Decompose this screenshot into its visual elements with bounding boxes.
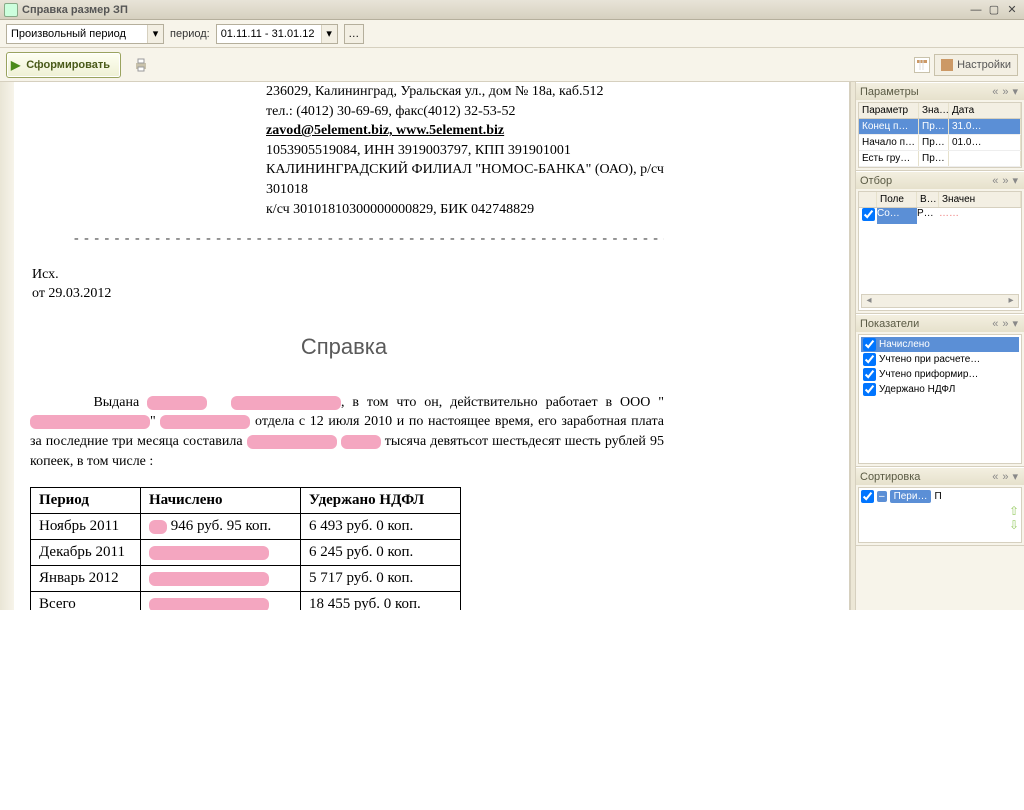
settings-sidebar: Параметры « » ▾ Параметр Зна… Дата Конец… [856, 82, 1024, 610]
period-range-input[interactable]: 01.11.11 - 31.01.12 ▾ [216, 24, 338, 44]
move-up-icon[interactable]: ⇧ [1009, 504, 1019, 518]
generate-button-label: Сформировать [26, 59, 110, 71]
otbor-row[interactable]: Со… Р… …… [859, 208, 1021, 224]
horizontal-scrollbar[interactable]: ◂ ▸ [861, 294, 1019, 308]
parameters-grid[interactable]: Параметр Зна… Дата Конец п…Пр…31.0…Начал… [858, 102, 1022, 168]
redacted-name2 [231, 396, 341, 410]
org-phone-line: тел.: (4012) 30-69-69, факс(4012) 32-53-… [266, 102, 664, 122]
indicators-list[interactable]: НачисленоУчтено при расчете…Учтено прифо… [858, 334, 1022, 464]
redacted-sum [247, 435, 337, 449]
panel-indicators: Показатели « » ▾ НачисленоУчтено при рас… [856, 314, 1024, 467]
param-row[interactable]: Есть гру…Пр… [859, 151, 1021, 167]
panel-right-icon[interactable]: » [1000, 318, 1010, 330]
redacted-cell [149, 572, 269, 586]
outgoing-date: от 29.03.2012 [32, 284, 664, 304]
panel-collapse-icon[interactable]: ▾ [1010, 174, 1020, 187]
settings-icon [941, 59, 953, 71]
sort-row[interactable]: – Пери… П [861, 490, 1019, 503]
panel-left-icon[interactable]: « [990, 175, 1000, 187]
table-row: Январь 20125 717 руб. 0 коп. [31, 566, 461, 592]
panel-right-icon[interactable]: » [1000, 86, 1010, 98]
panel-header[interactable]: Отбор « » ▾ [856, 171, 1024, 189]
window-titlebar: Справка размер ЗП — ▢ ✕ [0, 0, 1024, 20]
action-toolbar: ▶ Сформировать Настройки [0, 48, 1024, 82]
divider-dashes: - - - - - - - - - - - - - - - - - - - - … [74, 229, 664, 249]
org-email-site: zavod@5element.biz, www.5element.biz [266, 121, 664, 141]
panel-right-icon[interactable]: » [1000, 175, 1010, 187]
col-ndfl: Удержано НДФЛ [301, 488, 461, 514]
period-range-value: 01.11.11 - 31.01.12 [217, 28, 321, 40]
redacted-dept [160, 415, 250, 429]
org-bank-line2: к/сч 30101810300000000829, БИК 042748829 [266, 200, 664, 220]
period-mode-dropdown[interactable]: Произвольный период ▾ [6, 24, 164, 44]
table-row: Декабрь 20116 245 руб. 0 коп. [31, 540, 461, 566]
col-accrued: Начислено [141, 488, 301, 514]
move-down-icon[interactable]: ⇩ [1009, 518, 1019, 532]
sort-list[interactable]: – Пери… П ⇧ ⇩ [858, 487, 1022, 543]
panel-header[interactable]: Сортировка « » ▾ [856, 467, 1024, 485]
chevron-down-icon[interactable]: ▾ [147, 25, 163, 43]
redacted-sum2 [341, 435, 381, 449]
minimize-button[interactable]: — [968, 3, 984, 17]
panel-header[interactable]: Показатели « » ▾ [856, 314, 1024, 332]
document-body: Выдана , в том что он, действительно раб… [30, 393, 664, 471]
window-title: Справка размер ЗП [22, 4, 966, 16]
settings-button[interactable]: Настройки [934, 54, 1018, 76]
sort-row-checkbox[interactable] [861, 490, 874, 503]
salary-table: Период Начислено Удержано НДФЛ Ноябрь 20… [30, 487, 461, 610]
otbor-row-checkbox[interactable] [862, 208, 875, 221]
param-row[interactable]: Конец п…Пр…31.0… [859, 119, 1021, 135]
settings-button-label: Настройки [957, 59, 1011, 71]
redacted-cell [149, 546, 269, 560]
redacted-name [147, 396, 207, 410]
period-toolbar: Произвольный период ▾ период: 01.11.11 -… [0, 20, 1024, 48]
indicator-row[interactable]: Учтено при расчете… [861, 352, 1019, 367]
scroll-left-icon[interactable]: ◂ [862, 295, 876, 307]
panel-sort: Сортировка « » ▾ – Пери… П ⇧ ⇩ [856, 467, 1024, 546]
calendar-icon[interactable] [914, 57, 930, 73]
period-mode-value: Произвольный период [7, 28, 147, 40]
scroll-right-icon[interactable]: ▸ [1004, 295, 1018, 307]
indicator-row[interactable]: Удержано НДФЛ [861, 382, 1019, 397]
indicator-checkbox[interactable] [863, 338, 876, 351]
app-icon [4, 3, 18, 17]
redacted-cell [149, 520, 167, 534]
redacted-company [30, 415, 150, 429]
period-ellipsis-button[interactable]: … [344, 24, 364, 44]
panel-left-icon[interactable]: « [990, 86, 1000, 98]
chevron-down-icon[interactable]: ▾ [321, 25, 337, 43]
maximize-button[interactable]: ▢ [986, 3, 1002, 17]
panel-otbor: Отбор « » ▾ Поле В… Значен Со… Р… …… [856, 171, 1024, 314]
panel-collapse-icon[interactable]: ▾ [1010, 470, 1020, 483]
panel-right-icon[interactable]: » [1000, 471, 1010, 483]
otbor-grid[interactable]: Поле В… Значен Со… Р… …… ◂ ▸ [858, 191, 1022, 311]
indicator-row[interactable]: Начислено [861, 337, 1019, 352]
org-registration: 1053905519084, ИНН 3919003797, КПП 39190… [266, 141, 664, 161]
panel-collapse-icon[interactable]: ▾ [1010, 317, 1020, 330]
generate-button[interactable]: ▶ Сформировать [6, 52, 121, 78]
redacted-cell [149, 598, 269, 610]
indicator-checkbox[interactable] [863, 353, 876, 366]
outgoing-number: Исх. [32, 265, 664, 285]
period-label: период: [170, 28, 210, 40]
org-bank-line1: КАЛИНИНГРАДСКИЙ ФИЛИАЛ "НОМОС-БАНКА" (ОА… [266, 160, 664, 199]
indicator-row[interactable]: Учтено приформир… [861, 367, 1019, 382]
indicator-checkbox[interactable] [863, 368, 876, 381]
table-row: Ноябрь 2011 946 руб. 95 коп.6 493 руб. 0… [31, 514, 461, 540]
panel-left-icon[interactable]: « [990, 471, 1000, 483]
org-address-line1: 236029, Калининград, Уральская ул., дом … [266, 82, 664, 102]
print-icon[interactable] [131, 55, 151, 75]
table-row: Всего18 455 руб. 0 коп. [31, 592, 461, 610]
param-row[interactable]: Начало п…Пр…01.0… [859, 135, 1021, 151]
report-viewer: 236029, Калининград, Уральская ул., дом … [0, 82, 850, 610]
panel-collapse-icon[interactable]: ▾ [1010, 85, 1020, 98]
close-button[interactable]: ✕ [1004, 3, 1020, 17]
indicator-checkbox[interactable] [863, 383, 876, 396]
panel-left-icon[interactable]: « [990, 318, 1000, 330]
panel-header[interactable]: Параметры « » ▾ [856, 82, 1024, 100]
play-icon: ▶ [11, 58, 20, 72]
document-title: Справка [24, 332, 664, 363]
panel-parameters: Параметры « » ▾ Параметр Зна… Дата Конец… [856, 82, 1024, 171]
col-period: Период [31, 488, 141, 514]
